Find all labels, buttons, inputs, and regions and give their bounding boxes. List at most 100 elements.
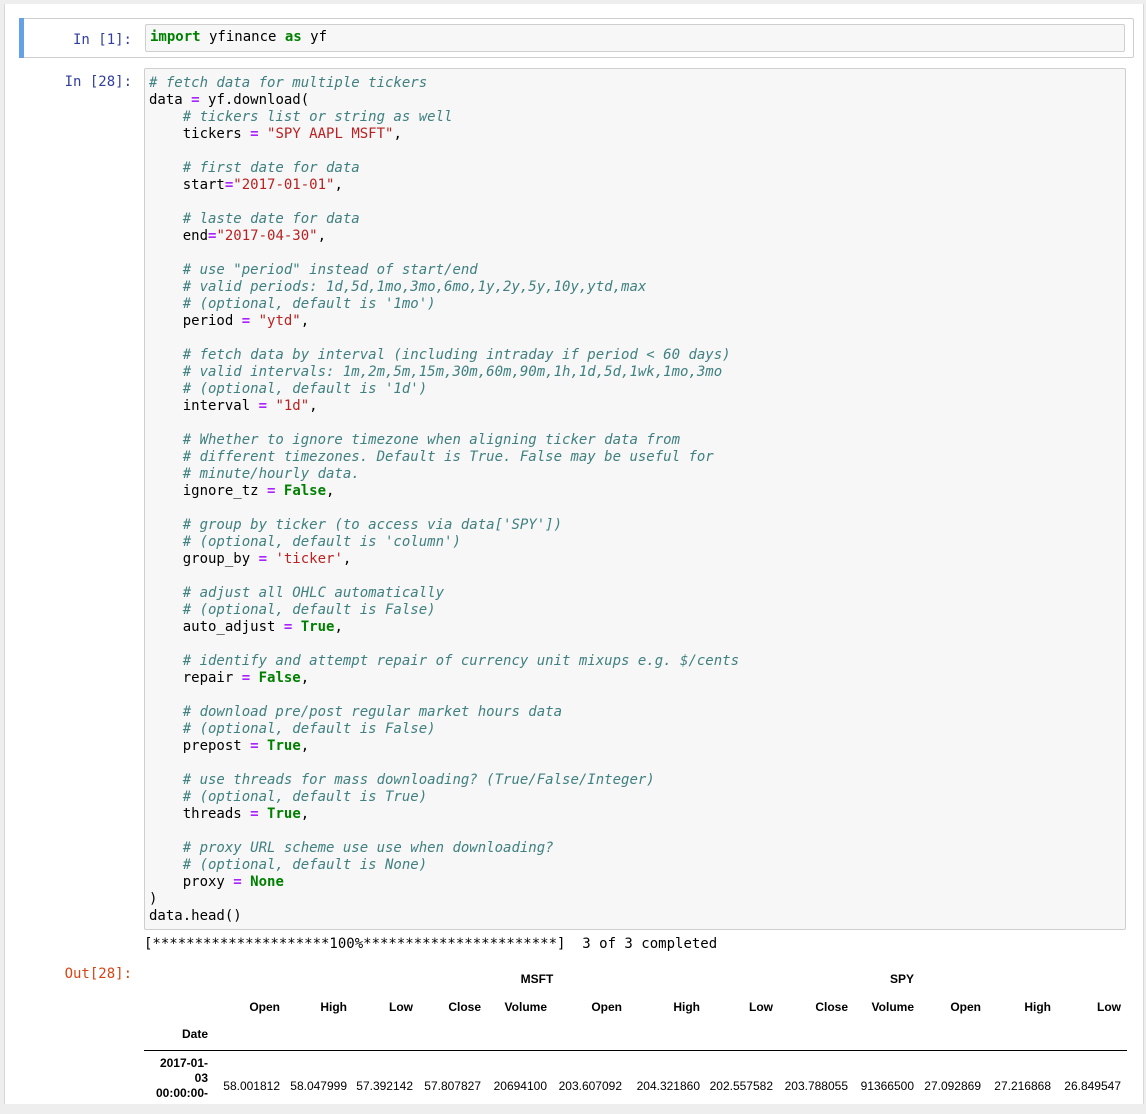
table-cell: 202.557582: [709, 1079, 773, 1093]
code-token: =: [241, 670, 251, 686]
code-token: =: [233, 874, 242, 890]
table-cell: 27.092869: [924, 1079, 981, 1093]
code-token: =: [250, 738, 259, 754]
code-line: # minute/hourly data.: [149, 466, 360, 482]
code-line: # (optional, default is False): [149, 721, 436, 737]
code-token: # proxy URL scheme use use when download…: [182, 840, 554, 856]
code-line: # download pre/post regular market hours…: [149, 704, 562, 720]
code-token: ,: [334, 619, 343, 635]
ticker-header: MSFT: [520, 972, 554, 986]
code-token: # fetch data for multiple tickers: [149, 75, 428, 91]
column-header: Low: [389, 1000, 413, 1014]
code-token: prepost: [149, 738, 251, 754]
code-token: "2017-04-30": [216, 228, 318, 244]
code-line: # fetch data for multiple tickers: [149, 75, 427, 91]
code-line: # fetch data by interval (including intr…: [149, 347, 731, 363]
code-token: yfinance: [200, 29, 285, 45]
code-token: False: [258, 670, 301, 686]
code-line: # first date for data: [149, 160, 360, 176]
column-header: High: [1024, 1000, 1051, 1014]
code-token: # use threads for mass downloading? (Tru…: [182, 772, 655, 788]
code-line: # laste date for data: [149, 211, 360, 227]
code-token: "ytd": [258, 313, 301, 329]
code-line: threads = True,: [149, 806, 309, 822]
code-token: start: [149, 177, 225, 193]
code-token: # Whether to ignore timezone when aligni…: [182, 432, 681, 448]
code-token: auto_adjust: [149, 619, 284, 635]
date-index-line: 00:00:00-: [155, 1086, 208, 1100]
code-cell-1[interactable]: In [1]: import yfinance as yf: [19, 18, 1134, 58]
code-editor[interactable]: import yfinance as yf: [146, 25, 1124, 52]
code-line: # use threads for mass downloading? (Tru…: [149, 772, 655, 788]
code-line: # valid intervals: 1m,2m,5m,15m,30m,60m,…: [149, 364, 722, 380]
code-token: ,: [309, 398, 318, 414]
code-line: tickers = "SPY AAPL MSFT",: [149, 126, 402, 142]
code-line: end="2017-04-30",: [149, 228, 326, 244]
column-header: Open: [591, 1000, 622, 1014]
code-token: # identify and attempt repair of currenc…: [182, 653, 740, 669]
table-cell: 204.321860: [636, 1079, 700, 1093]
code-line: data.head(): [149, 908, 242, 924]
code-token: True: [267, 806, 301, 822]
code-line: # (optional, default is False): [149, 602, 436, 618]
column-header: Open: [950, 1000, 981, 1014]
code-token: # (optional, default is '1mo'): [182, 296, 436, 312]
code-input-area[interactable]: # fetch data for multiple tickers data =…: [144, 68, 1126, 930]
code-token: repair: [149, 670, 242, 686]
code-line: # tickers list or string as well: [149, 109, 453, 125]
date-index-line: 2017-01-: [159, 1056, 208, 1070]
code-token: =: [191, 92, 200, 108]
code-line: # (optional, default is 'column'): [149, 534, 461, 550]
code-token: True: [300, 619, 335, 635]
code-line: period = "ytd",: [149, 313, 309, 329]
code-token: ,: [300, 806, 310, 822]
table-cell: 26.849547: [1064, 1079, 1121, 1093]
code-token: # (optional, default is False): [182, 602, 436, 618]
input-prompt: In [28]:: [64, 74, 132, 90]
code-token: "SPY AAPL MSFT": [267, 126, 394, 142]
code-token: # fetch data by interval (including intr…: [182, 347, 731, 363]
code-input-area[interactable]: import yfinance as yf: [145, 24, 1125, 52]
code-token: # tickers list or string as well: [182, 109, 453, 125]
column-header: Close: [815, 1000, 848, 1014]
code-token: # first date for data: [182, 160, 360, 176]
code-token: # (optional, default is 'column'): [182, 534, 461, 550]
notebook-container: In [1]: import yfinance as yf In [28]: #…: [4, 4, 1144, 1104]
code-token: ): [149, 891, 158, 907]
code-token: yf.download(: [199, 92, 310, 108]
table-cell: 27.216868: [994, 1079, 1051, 1093]
code-editor[interactable]: # fetch data for multiple tickers data =…: [145, 69, 1125, 931]
column-header: Low: [749, 1000, 773, 1014]
code-token: # use "period" instead of start/end: [182, 262, 478, 278]
code-line: data = yf.download(: [149, 92, 309, 108]
download-progress-text: [*********************100%**************…: [144, 936, 718, 952]
table-cell: 203.607092: [558, 1079, 622, 1093]
ticker-header-row: MSFT SPY: [144, 972, 1127, 990]
code-line: # (optional, default is '1d'): [149, 381, 427, 397]
code-token: =: [250, 806, 259, 822]
code-token: ,: [300, 670, 310, 686]
date-index-line: 03: [194, 1071, 208, 1085]
index-header-row: Date: [144, 1027, 1127, 1045]
code-token: interval: [149, 398, 259, 414]
code-line: # adjust all OHLC automatically: [149, 585, 444, 601]
code-token: # adjust all OHLC automatically: [182, 585, 445, 601]
table-cell: 20694100: [493, 1079, 547, 1093]
